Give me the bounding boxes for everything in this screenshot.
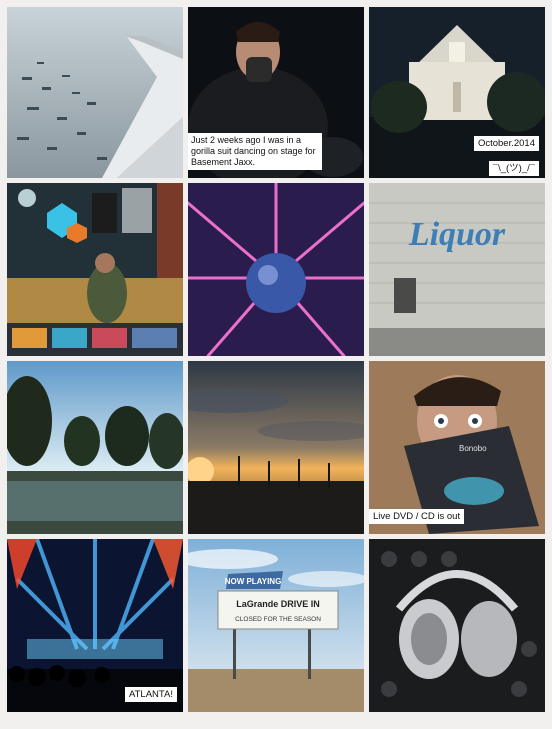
drive-in-sign-photo[interactable]: NOW PLAYING LaGrande DRIVE IN CLOSED FOR…: [188, 539, 364, 712]
date-caption: October.2014: [473, 136, 539, 151]
atlanta-caption: ATLANTA!: [125, 687, 177, 702]
plane-wing-photo[interactable]: [7, 7, 183, 178]
disco-ball-photo[interactable]: [188, 183, 364, 356]
swamp-photo[interactable]: [7, 361, 183, 534]
dvd-label-text: Bonobo: [459, 444, 487, 453]
dj-headphones-photo[interactable]: [369, 539, 545, 712]
dvd-selfie-photo[interactable]: Bonobo Live DVD / CD is out: [369, 361, 545, 534]
liquor-sign-photo[interactable]: Liquor: [369, 183, 545, 356]
gorilla-suit-photo[interactable]: Just 2 weeks ago I was in a gorilla suit…: [188, 7, 364, 178]
photo-grid: Just 2 weeks ago I was in a gorilla suit…: [7, 7, 545, 722]
merch-table-photo[interactable]: [7, 183, 183, 356]
liquor-sign-text: Liquor: [408, 216, 506, 253]
shrug-caption: ¯\_(ツ)_/¯: [488, 161, 539, 176]
sunset-palms-photo[interactable]: [188, 361, 364, 534]
concert-stage-photo[interactable]: ATLANTA!: [7, 539, 183, 712]
drive-in-sub-text: CLOSED FOR THE SEASON: [235, 616, 321, 623]
gorilla-caption: Just 2 weeks ago I was in a gorilla suit…: [188, 133, 322, 170]
cathedral-night-photo[interactable]: October.2014 ¯\_(ツ)_/¯: [369, 7, 545, 178]
drive-in-top-text: NOW PLAYING: [225, 577, 282, 586]
drive-in-name-text: LaGrande DRIVE IN: [236, 599, 320, 609]
dvd-caption: Live DVD / CD is out: [369, 509, 465, 524]
